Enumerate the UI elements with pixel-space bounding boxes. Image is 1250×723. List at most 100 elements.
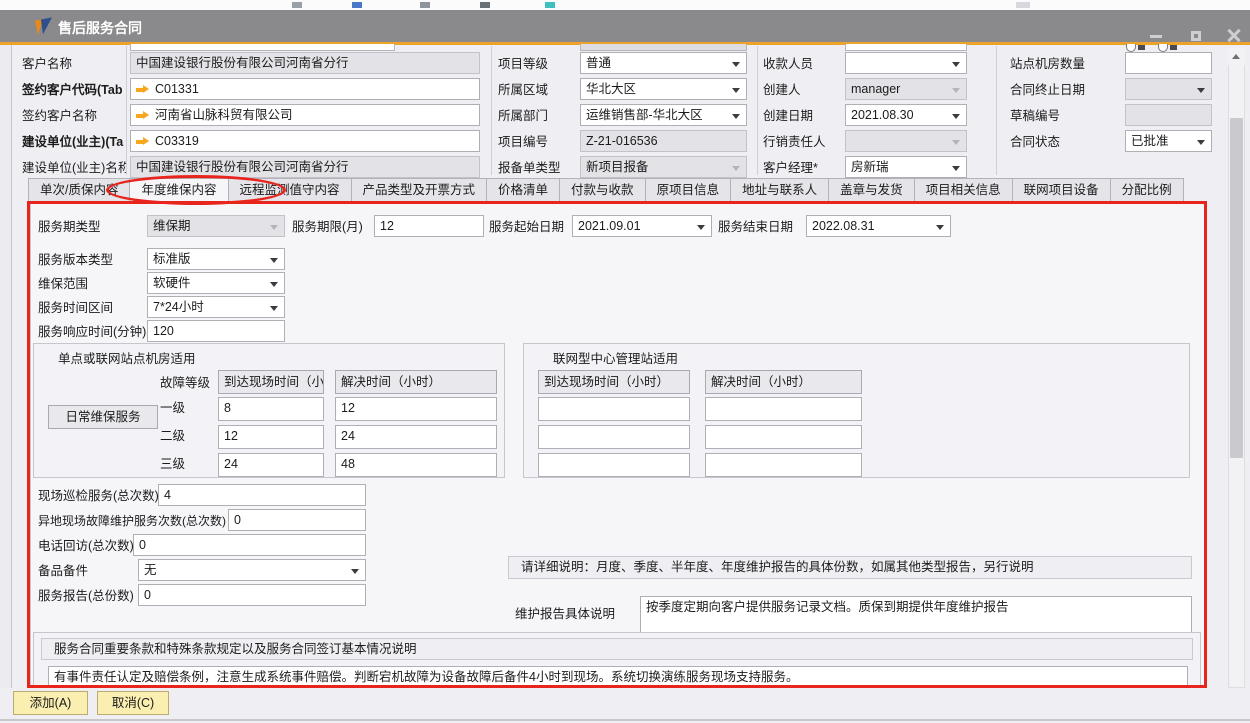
level-3-arrive-input[interactable]: 24: [218, 453, 324, 477]
scrollbar-thumb[interactable]: [1230, 118, 1243, 458]
dropdown-icon: [952, 114, 960, 119]
collector-select[interactable]: [845, 52, 967, 74]
dropdown-icon: [1197, 140, 1205, 145]
toolbar-icon: [545, 2, 555, 8]
link-arrow-icon: [136, 111, 149, 120]
report-detail-label: 维护报告具体说明: [515, 607, 615, 622]
terms-input[interactable]: 有事件责任认定及赔偿条例，注意生成系统事件赔偿。判断宕机故障为设备故障后备件4小…: [48, 666, 1188, 687]
level-1-resolve-input[interactable]: 12: [335, 397, 497, 421]
service-start-select[interactable]: 2021.09.01: [572, 215, 712, 237]
inspection-count-field[interactable]: 4: [158, 484, 366, 506]
site-room-count-field[interactable]: [1125, 52, 1212, 74]
signing-customer-name-field[interactable]: 河南省山脉科贸有限公司: [130, 104, 480, 126]
tab-original-project[interactable]: 原项目信息: [645, 178, 731, 202]
tab-allocation-ratio[interactable]: 分配比例: [1110, 178, 1184, 202]
contract-status-select[interactable]: 已批准: [1125, 130, 1212, 152]
scroll-up-button[interactable]: [1228, 48, 1245, 65]
project-grade-value: 普通: [586, 56, 611, 70]
creator-value: manager: [851, 82, 900, 96]
region-select[interactable]: 华北大区: [580, 78, 747, 100]
service-months-field[interactable]: 12: [374, 215, 484, 237]
signing-customer-name-label: 签约客户名称: [22, 109, 97, 124]
owner-code-field[interactable]: C03319: [130, 130, 480, 152]
terms-title: 服务合同重要条款和特殊条款规定以及服务合同签订基本情况说明: [41, 638, 1193, 660]
offsite-count-field[interactable]: 0: [228, 509, 366, 531]
center-arrive-input-2[interactable]: [538, 425, 690, 449]
offsite-count-label: 异地现场故障维护服务次数(总次数): [38, 514, 226, 529]
center-resolve-input-1[interactable]: [705, 397, 862, 421]
spare-parts-select[interactable]: 无: [138, 559, 366, 581]
maintenance-scope-value: 软硬件: [153, 276, 191, 290]
center-resolve-input-2[interactable]: [705, 425, 862, 449]
service-hours-select[interactable]: 7*24小时: [147, 296, 285, 318]
creator-label: 创建人: [763, 83, 801, 98]
column-separator: [757, 46, 758, 175]
owner-name-label: 建设单位(业主)名称: [22, 161, 126, 176]
dropdown-icon: [697, 225, 705, 230]
column-separator: [491, 46, 492, 175]
tab-project-info[interactable]: 项目相关信息: [914, 178, 1012, 202]
report-type-value: 新项目报备: [586, 160, 649, 174]
project-grade-select[interactable]: 普通: [580, 52, 747, 74]
cancel-button[interactable]: 取消(C): [97, 691, 169, 715]
customer-name-field: 中国建设银行股份有限公司河南省分行: [130, 52, 480, 74]
level-1-arrive-input[interactable]: 8: [218, 397, 324, 421]
callback-count-field[interactable]: 0: [133, 534, 366, 556]
account-manager-select[interactable]: 房新瑞: [845, 156, 967, 178]
level-2-arrive-input[interactable]: 12: [218, 425, 324, 449]
center-arrive-input-1[interactable]: [538, 397, 690, 421]
service-end-label: 服务结束日期: [718, 220, 793, 235]
create-date-select[interactable]: 2021.08.30: [845, 104, 967, 126]
draft-number-label: 草稿编号: [1010, 109, 1060, 124]
add-button[interactable]: 添加(A): [13, 691, 88, 715]
dropdown-icon: [732, 166, 740, 171]
daily-maintenance-label: 日常维保服务: [48, 405, 158, 429]
site-room-count-label: 站点机房数量: [1010, 57, 1085, 72]
tab-product-invoice[interactable]: 产品类型及开票方式: [351, 178, 487, 202]
draft-number-field: [1125, 104, 1212, 126]
tab-remote-monitoring[interactable]: 远程监测值守内容: [228, 178, 351, 202]
clipped-field: [130, 44, 395, 51]
signing-customer-code-field[interactable]: C01331: [130, 78, 480, 100]
dropdown-icon: [732, 114, 740, 119]
dropdown-icon: [270, 306, 278, 311]
dropdown-icon: [936, 225, 944, 230]
owner-code-value: C03319: [155, 134, 199, 148]
tab-payment[interactable]: 付款与收款: [559, 178, 645, 202]
link-arrow-icon: [136, 85, 149, 94]
owner-name-field: 中国建设银行股份有限公司河南省分行: [130, 156, 480, 178]
service-end-select[interactable]: 2022.08.31: [806, 215, 951, 237]
department-select[interactable]: 运维销售部-华北大区: [580, 104, 747, 126]
report-detail-input[interactable]: 按季度定期向客户提供服务记录文档。质保到期提供年度维护报告: [640, 596, 1192, 634]
tab-annual-maintenance[interactable]: 年度维保内容: [129, 178, 227, 203]
center-arrive-input-3[interactable]: [538, 453, 690, 477]
level-3-label: 三级: [160, 457, 185, 472]
report-count-field[interactable]: 0: [138, 584, 366, 606]
column-separator: [996, 46, 997, 175]
maintenance-scope-select[interactable]: 软硬件: [147, 272, 285, 294]
report-hint: 请详细说明：月度、季度、半年度、年度维护报告的具体份数，如属其他类型报告，另行说…: [508, 556, 1192, 579]
center-resolve-input-3[interactable]: [705, 453, 862, 477]
footer-bar: 添加(A) 取消(C): [0, 688, 1250, 723]
contract-end-date-select[interactable]: [1125, 78, 1212, 100]
service-version-select[interactable]: 标准版: [147, 248, 285, 270]
service-start-label: 服务起始日期: [489, 220, 564, 235]
dropdown-icon: [1197, 88, 1205, 93]
toolbar-icon: [352, 2, 362, 8]
tab-single-warranty[interactable]: 单次/质保内容: [28, 178, 129, 202]
region-label: 所属区域: [498, 83, 548, 98]
tab-seal-shipping[interactable]: 盖章与发货: [828, 178, 914, 202]
clipped-field: [580, 44, 747, 51]
signing-customer-code-value: C01331: [155, 82, 199, 96]
dropdown-icon: [270, 225, 278, 230]
inspection-count-label: 现场巡检服务(总次数): [38, 489, 159, 504]
level-1-label: 一级: [160, 401, 185, 416]
response-time-field[interactable]: 120: [147, 320, 285, 342]
tab-price-list[interactable]: 价格清单: [486, 178, 559, 202]
tab-networked-devices[interactable]: 联网项目设备: [1012, 178, 1110, 202]
level-3-resolve-input[interactable]: 48: [335, 453, 497, 477]
clipped-radio: [1158, 44, 1168, 52]
toolbar-icon: [292, 2, 302, 8]
tab-address-contacts[interactable]: 地址与联系人: [730, 178, 828, 202]
level-2-resolve-input[interactable]: 24: [335, 425, 497, 449]
